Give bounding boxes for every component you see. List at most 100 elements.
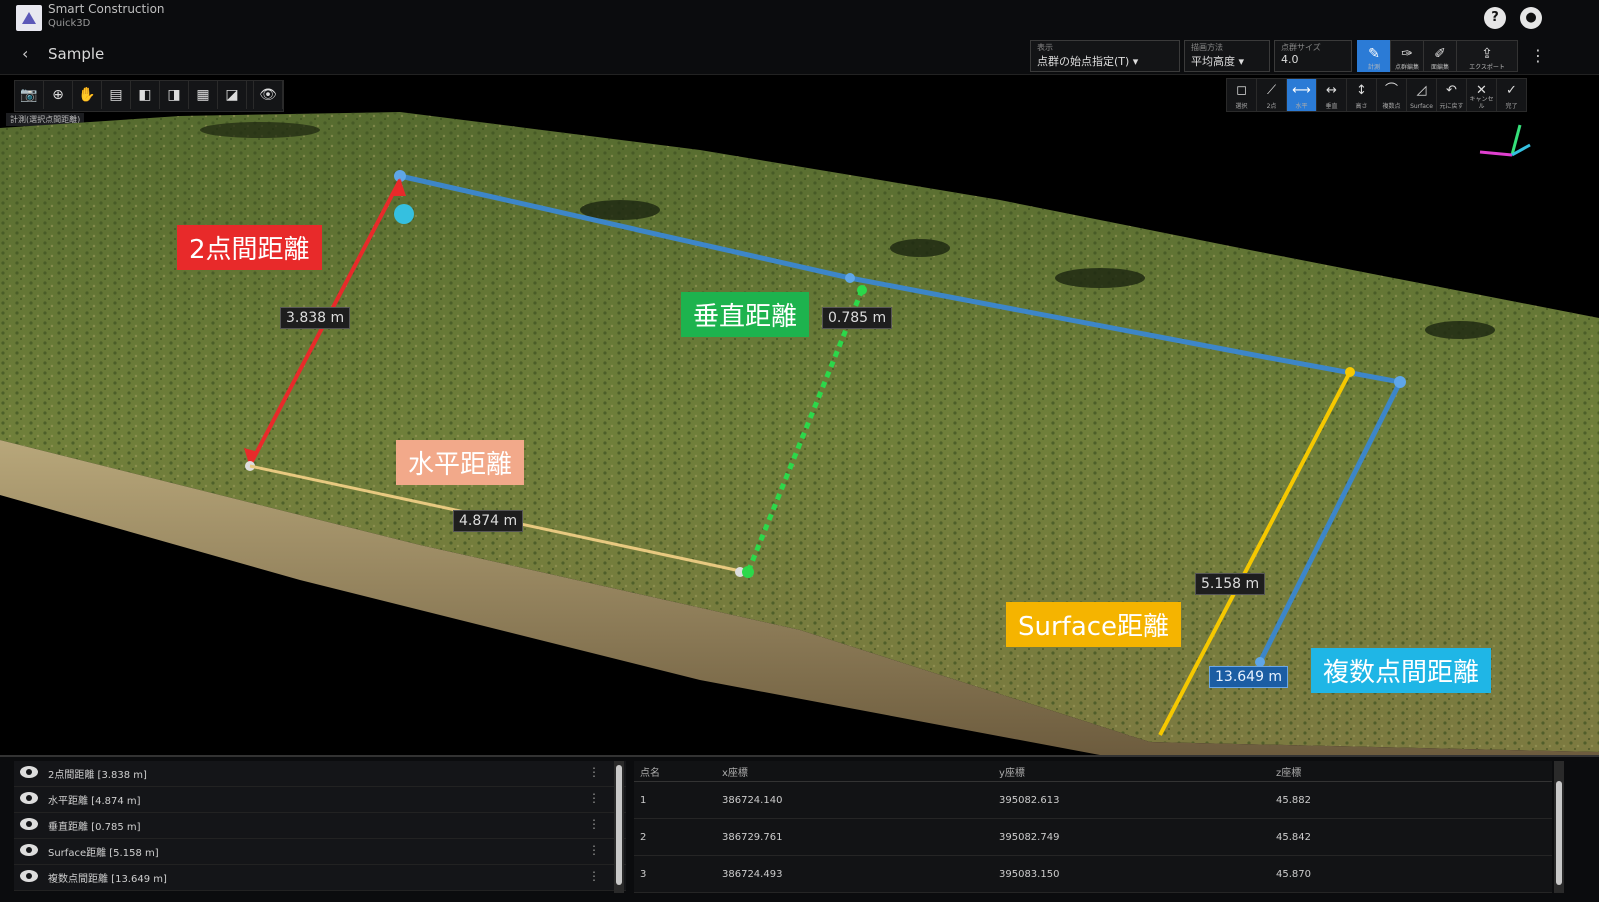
eye-icon[interactable] <box>20 766 38 778</box>
point-id: 2 <box>634 818 721 856</box>
cancel-button[interactable]: ✕ キャンセル <box>1467 79 1497 111</box>
horizontal-distance: 4.874 m <box>453 510 524 532</box>
vertical-endpoint[interactable] <box>857 285 867 295</box>
title-bar: Smart Construction Quick3D ? ● <box>0 0 1599 36</box>
more-vertical-icon[interactable]: ⋮ <box>588 869 600 883</box>
surface-distance: 5.158 m <box>1195 573 1266 595</box>
vertical-tool-button[interactable]: ↔ 垂直 <box>1317 79 1347 111</box>
view-right-icon[interactable]: ◨ <box>160 81 189 109</box>
nav-bar: ‹ Sample 表示 点群の始点指定(T) ▾ 描画方法 平均高度 ▾ 点群サ… <box>0 36 1599 75</box>
layer-row[interactable]: 水平距離 [4.874 m] ⋮ <box>14 787 626 813</box>
cancel-caption: キャンセル <box>1469 96 1494 110</box>
column-header: x座標 <box>721 761 998 782</box>
surface-endpoint[interactable] <box>1345 367 1355 377</box>
x-coordinate: 386724.140 <box>721 781 998 819</box>
table-row[interactable]: 1 386724.140 395082.613 45.882 <box>634 781 1552 819</box>
app-subtitle: Quick3D <box>48 18 91 29</box>
horizontal-caption: 水平 <box>1295 103 1308 110</box>
point-size-label: 点群サイズ <box>1281 43 1321 52</box>
eye-icon[interactable] <box>20 792 38 804</box>
help-icon[interactable]: ? <box>1484 7 1506 29</box>
eye-icon[interactable]: 👁 <box>253 81 283 109</box>
display-dropdown[interactable]: 表示 点群の始点指定(T) ▾ <box>1030 40 1180 72</box>
view-front-icon[interactable]: ▦ <box>189 81 218 109</box>
layer-name: 垂直距離 [0.785 m] <box>48 822 141 833</box>
camera-target-marker[interactable] <box>394 204 414 224</box>
z-coordinate: 45.882 <box>1275 781 1552 819</box>
layer-row[interactable]: 垂直距離 [0.785 m] ⋮ <box>14 813 626 839</box>
view-left-icon[interactable]: ◧ <box>131 81 160 109</box>
view-back-icon[interactable]: ◪ <box>218 81 247 109</box>
more-menu-icon[interactable]: ⋮ <box>1530 46 1546 65</box>
table-row[interactable]: 2 386729.761 395082.749 45.842 <box>634 818 1552 856</box>
more-vertical-icon[interactable]: ⋮ <box>588 843 600 857</box>
layer-name: 水平距離 [4.874 m] <box>48 796 141 807</box>
two-point-caption: 2点 <box>1266 103 1277 110</box>
point-id: 3 <box>634 855 721 893</box>
point-size-input[interactable]: 点群サイズ 4.0 <box>1274 40 1352 72</box>
point-cloud-viewport[interactable]: 2点間距離 垂直距離 水平距離 Surface距離 複数点間距離 3.838 m… <box>0 110 1599 755</box>
eye-icon[interactable] <box>20 818 38 830</box>
layer-name: 2点間距離 [3.838 m] <box>48 770 147 781</box>
select-tool-button[interactable]: ◻ 選択 <box>1227 79 1257 111</box>
vertical-distance: 0.785 m <box>822 307 893 329</box>
check-icon: ✓ <box>1506 83 1517 98</box>
z-coordinate: 45.842 <box>1275 818 1552 856</box>
undo-caption: 元に戻す <box>1439 103 1464 110</box>
chevron-left-icon[interactable]: ‹ <box>22 44 28 63</box>
select-icon: ◻ <box>1236 83 1247 98</box>
mode-surface-edit-button[interactable]: ✐ 面編集 <box>1423 40 1457 72</box>
layer-row[interactable]: Surface距離 [5.158 m] ⋮ <box>14 839 626 865</box>
table-scrollbar[interactable] <box>1554 761 1564 893</box>
multi-point-distance: 13.649 m <box>1209 666 1289 688</box>
horizontal-icon: ⟷ <box>1292 83 1311 98</box>
app-logo-icon <box>16 5 42 31</box>
camera-icon[interactable]: 📷 <box>15 81 44 109</box>
two-point-tool-button[interactable]: ⟋ 2点 <box>1257 79 1287 111</box>
user-avatar-icon[interactable]: ● <box>1520 7 1542 29</box>
mode-pointcloud-edit-button[interactable]: ✑ 点群編集 <box>1390 40 1424 72</box>
view-top-icon[interactable]: ▤ <box>102 81 131 109</box>
path-vertex[interactable] <box>1394 376 1406 388</box>
surface-annotation: Surface距離 <box>1006 602 1182 647</box>
layer-row[interactable]: 2点間距離 [3.838 m] ⋮ <box>14 761 626 787</box>
eye-icon[interactable] <box>20 870 38 882</box>
height-tool-button[interactable]: ↕ 高さ <box>1347 79 1377 111</box>
multi-point-annotation: 複数点間距離 <box>1311 648 1492 693</box>
point-size-value: 4.0 <box>1281 53 1299 66</box>
layer-list-scrollbar[interactable] <box>614 761 624 893</box>
table-header-row: 点名 x座標 y座標 z座標 <box>634 761 1552 782</box>
path-vertex[interactable] <box>845 273 855 283</box>
surface-icon: ◿ <box>1416 83 1427 98</box>
vertical-annotation: 垂直距離 <box>681 292 810 337</box>
project-name: Sample <box>48 45 105 63</box>
horizontal-tool-button[interactable]: ⟷ 水平 <box>1287 79 1317 111</box>
column-header: y座標 <box>998 761 1275 782</box>
terrain-shadow <box>890 239 950 257</box>
layer-row[interactable]: 複数点間距離 [13.649 m] ⋮ <box>14 865 626 891</box>
axis-gizmo[interactable] <box>1479 124 1531 157</box>
undo-button[interactable]: ↶ 元に戻す <box>1437 79 1467 111</box>
more-vertical-icon[interactable]: ⋮ <box>588 817 600 831</box>
surface-tool-button[interactable]: ◿ Surface <box>1407 79 1437 111</box>
terrain-shadow <box>200 122 320 138</box>
eye-icon[interactable] <box>20 844 38 856</box>
pan-hand-icon[interactable]: ✋ <box>73 81 102 109</box>
table-row[interactable]: 3 386724.493 395083.150 45.870 <box>634 855 1552 893</box>
mode-measure-button[interactable]: ✎ 計測 <box>1357 40 1391 72</box>
mode-export-button[interactable]: ⇪ エクスポート <box>1456 40 1518 72</box>
render-method-dropdown[interactable]: 描画方法 平均高度 ▾ <box>1184 40 1270 72</box>
vertical-caption: 垂直 <box>1325 103 1338 110</box>
more-vertical-icon[interactable]: ⋮ <box>588 791 600 805</box>
two-point-annotation: 2点間距離 <box>177 225 322 270</box>
mode-measure-caption: 計測 <box>1367 64 1380 71</box>
view-toolbar: 📷 ⊕ ✋ ▤ ◧ ◨ ▦ ◪ 👁 <box>14 80 284 112</box>
vertical-endpoint[interactable] <box>742 566 754 578</box>
y-coordinate: 395083.150 <box>998 855 1275 893</box>
more-vertical-icon[interactable]: ⋮ <box>588 765 600 779</box>
multi-point-tool-button[interactable]: ⌒ 複数点 <box>1377 79 1407 111</box>
target-icon[interactable]: ⊕ <box>44 81 73 109</box>
multi-point-caption: 複数点 <box>1382 103 1401 110</box>
finish-button[interactable]: ✓ 完了 <box>1497 79 1526 111</box>
measurement-layer-list: 2点間距離 [3.838 m] ⋮ 水平距離 [4.874 m] ⋮ 垂直距離 … <box>14 761 626 893</box>
